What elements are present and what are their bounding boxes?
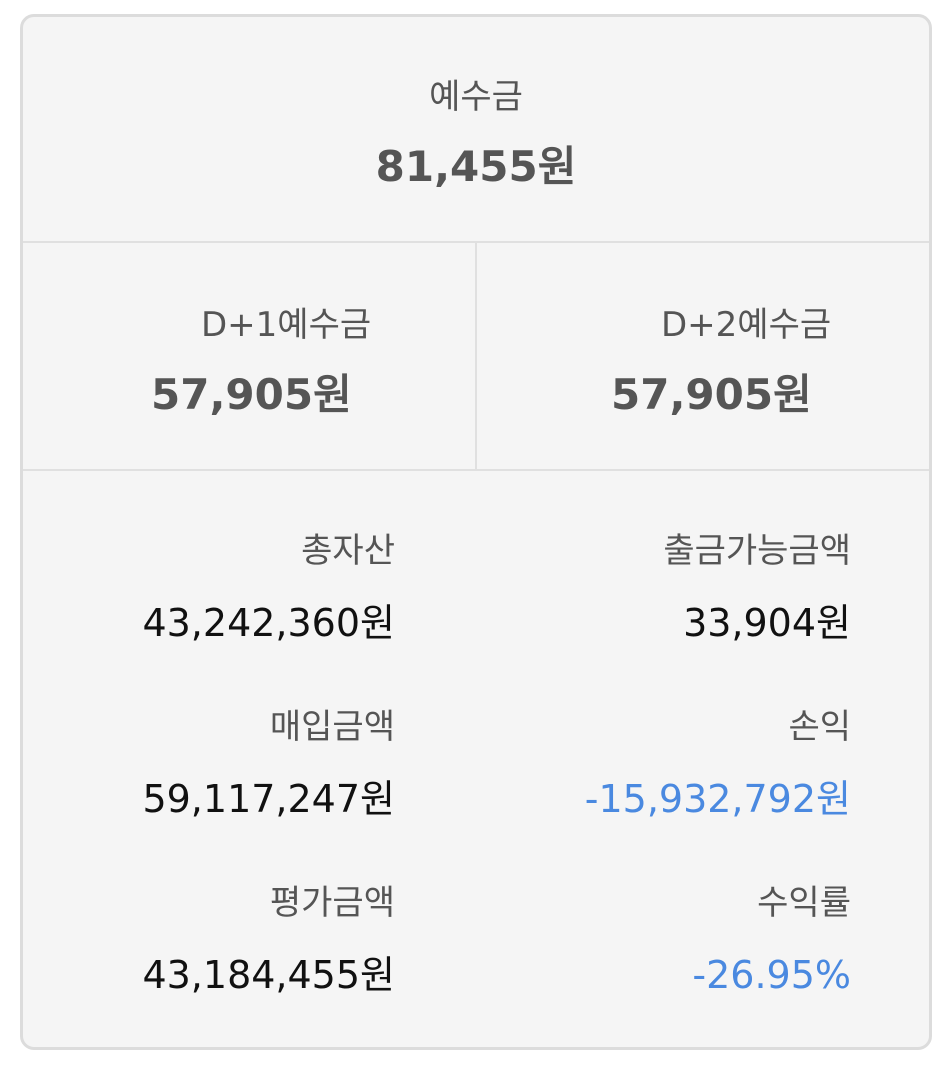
withdrawable-value: 33,904원 <box>683 601 851 645</box>
return-rate-label: 수익률 <box>757 883 851 923</box>
d1-deposit-cell: D+1예수금 57,905원 <box>23 243 477 469</box>
account-summary-card: 예수금 81,455원 D+1예수금 57,905원 D+2예수금 57,905… <box>20 14 932 1050</box>
withdrawable-label: 출금가능금액 <box>663 531 851 571</box>
evaluation-amount-value: 43,184,455원 <box>142 953 395 997</box>
d1-deposit-value: 57,905원 <box>151 370 352 419</box>
evaluation-amount-item: 평가금액 43,184,455원 <box>142 881 395 999</box>
d2-deposit-label: D+2예수금 <box>661 305 832 345</box>
total-assets-item: 총자산 43,242,360원 <box>142 529 395 647</box>
d2-deposit-cell: D+2예수금 57,905원 <box>477 243 929 469</box>
deposit-label: 예수금 <box>429 77 523 117</box>
purchase-amount-label: 매입금액 <box>269 707 395 747</box>
return-rate-item: 수익률 -26.95% <box>692 881 851 999</box>
purchase-amount-item: 매입금액 59,117,247원 <box>142 705 395 823</box>
d1-deposit-label: D+1예수금 <box>201 305 372 345</box>
total-assets-value: 43,242,360원 <box>142 601 395 645</box>
profit-loss-label: 손익 <box>788 707 851 747</box>
profit-loss-item: 손익 -15,932,792원 <box>585 705 851 823</box>
total-assets-label: 총자산 <box>301 531 395 571</box>
profit-loss-value: -15,932,792원 <box>584 777 851 821</box>
evaluation-amount-label: 평가금액 <box>269 883 395 923</box>
settlement-deposit-section: D+1예수금 57,905원 D+2예수금 57,905원 <box>23 243 929 471</box>
d2-deposit-value: 57,905원 <box>611 370 812 419</box>
deposit-section: 예수금 81,455원 <box>23 17 929 243</box>
deposit-value: 81,455원 <box>375 142 577 191</box>
return-rate-value: -26.95% <box>692 953 851 997</box>
withdrawable-item: 출금가능금액 33,904원 <box>663 529 851 647</box>
summary-grid: 총자산 43,242,360원 출금가능금액 33,904원 매입금액 59,1… <box>23 471 929 1031</box>
purchase-amount-value: 59,117,247원 <box>142 777 395 821</box>
